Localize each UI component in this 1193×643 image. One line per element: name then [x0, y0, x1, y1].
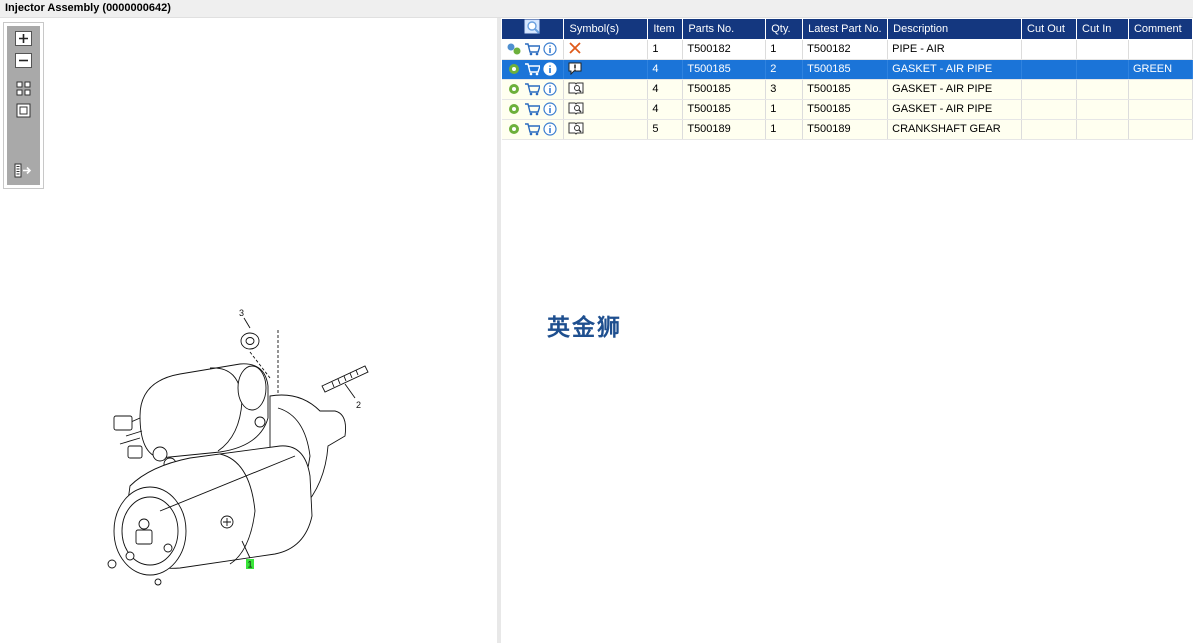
cell-description: GASKET - AIR PIPE — [887, 99, 1023, 120]
cell-latest-part-no: T500185 — [802, 79, 889, 100]
fit-window-button[interactable] — [14, 102, 33, 119]
info-icon[interactable] — [542, 82, 558, 96]
zoom-out-button[interactable] — [14, 52, 33, 69]
column-cut-out[interactable]: Cut Out — [1021, 19, 1078, 40]
cell-cut-in — [1076, 39, 1129, 60]
cell-qty: 1 — [765, 119, 804, 140]
column-cut-in[interactable]: Cut In — [1076, 19, 1129, 40]
add-to-cart-icon[interactable] — [524, 82, 540, 96]
column-description[interactable]: Description — [887, 19, 1023, 40]
callout-3[interactable]: 3 — [239, 308, 244, 318]
cell-description: PIPE - AIR — [887, 39, 1023, 60]
parts-list-panel: Symbol(s) Item Parts No. Qty. Latest Par… — [501, 18, 1193, 643]
export-icon — [14, 163, 32, 178]
column-actions[interactable] — [502, 19, 565, 40]
table-row[interactable]: 5 T500189 1 T500189 CRANKSHAFT GEAR — [502, 119, 1193, 140]
cell-qty: 1 — [765, 99, 804, 120]
cell-item: 4 — [647, 79, 684, 100]
cell-comment — [1128, 99, 1193, 120]
table-header: Symbol(s) Item Parts No. Qty. Latest Par… — [502, 19, 1193, 40]
cell-qty: 3 — [765, 79, 804, 100]
cell-item: 4 — [647, 59, 684, 80]
info-icon[interactable] — [542, 102, 558, 116]
cell-part-no: T500182 — [682, 39, 767, 60]
add-to-cart-icon[interactable] — [524, 102, 540, 116]
info-icon[interactable] — [542, 62, 558, 76]
cell-comment — [1128, 39, 1193, 60]
starter-motor-diagram[interactable]: 3 2 1 — [100, 286, 380, 586]
related-parts-icon[interactable] — [506, 102, 522, 116]
book-search-icon — [568, 82, 584, 98]
table-row[interactable]: 4 T500185 3 T500185 GASKET - AIR PIPE — [502, 79, 1193, 100]
callout-1[interactable]: 1 — [246, 559, 254, 570]
book-search-icon — [568, 122, 584, 138]
cell-cut-out — [1021, 59, 1078, 80]
callout-1-label: 1 — [248, 560, 253, 570]
column-item[interactable]: Item — [647, 19, 684, 40]
cell-cut-out — [1021, 39, 1078, 60]
cell-description: GASKET - AIR PIPE — [887, 59, 1023, 80]
related-parts-icon[interactable] — [506, 82, 522, 96]
table-row[interactable]: 4 T500185 1 T500185 GASKET - AIR PIPE — [502, 99, 1193, 120]
fit-all-button[interactable] — [14, 80, 33, 97]
cross-icon — [568, 41, 582, 57]
zoom-in-icon — [15, 31, 32, 46]
fit-all-icon — [16, 81, 31, 96]
search-parts-icon — [524, 19, 540, 34]
cell-comment: GREEN — [1128, 59, 1193, 80]
related-parts-icon[interactable] — [506, 42, 522, 56]
cell-description: CRANKSHAFT GEAR — [887, 119, 1023, 140]
cell-latest-part-no: T500185 — [802, 59, 889, 80]
title-bar: Injector Assembly (0000000642) — [0, 0, 1193, 18]
zoom-in-button[interactable] — [14, 30, 33, 47]
cell-part-no: T500185 — [682, 59, 767, 80]
cell-description: GASKET - AIR PIPE — [887, 79, 1023, 100]
cell-cut-in — [1076, 99, 1129, 120]
cell-part-no: T500189 — [682, 119, 767, 140]
cell-part-no: T500185 — [682, 99, 767, 120]
column-latest-part-no[interactable]: Latest Part No. — [802, 19, 889, 40]
cell-latest-part-no: T500189 — [802, 119, 889, 140]
cell-cut-in — [1076, 119, 1129, 140]
column-comment[interactable]: Comment — [1128, 19, 1193, 40]
cell-item: 4 — [647, 99, 684, 120]
viewer-toolbar — [3, 22, 44, 189]
fit-window-icon — [16, 103, 31, 118]
cell-cut-out — [1021, 119, 1078, 140]
table-row-selected[interactable]: 4 T500185 2 T500185 GASKET - AIR PIPE GR… — [502, 59, 1193, 80]
parts-table: Symbol(s) Item Parts No. Qty. Latest Par… — [502, 19, 1193, 140]
related-parts-icon[interactable] — [506, 122, 522, 136]
diagram-viewer[interactable]: 3 2 1 — [0, 18, 497, 643]
column-symbols[interactable]: Symbol(s) — [563, 19, 649, 40]
column-parts-no[interactable]: Parts No. — [682, 19, 767, 40]
cell-item: 1 — [647, 39, 684, 60]
cell-item: 5 — [647, 119, 684, 140]
cell-qty: 2 — [765, 59, 804, 80]
cell-part-no: T500185 — [682, 79, 767, 100]
export-button[interactable] — [14, 162, 33, 179]
callout-2[interactable]: 2 — [356, 400, 361, 410]
add-to-cart-icon[interactable] — [524, 62, 540, 76]
cell-latest-part-no: T500182 — [802, 39, 889, 60]
cell-latest-part-no: T500185 — [802, 99, 889, 120]
cell-qty: 1 — [765, 39, 804, 60]
cell-cut-out — [1021, 79, 1078, 100]
window-title: Injector Assembly (0000000642) — [5, 2, 171, 14]
cell-comment — [1128, 119, 1193, 140]
cell-comment — [1128, 79, 1193, 100]
watermark-logo: 英金狮 — [547, 315, 622, 341]
cell-cut-in — [1076, 59, 1129, 80]
column-qty[interactable]: Qty. — [765, 19, 804, 40]
info-icon[interactable] — [542, 122, 558, 136]
related-parts-icon[interactable] — [506, 62, 522, 76]
info-bubble-icon — [568, 62, 582, 78]
cell-cut-in — [1076, 79, 1129, 100]
zoom-out-icon — [15, 53, 32, 68]
info-icon[interactable] — [542, 42, 558, 56]
table-row[interactable]: 1 T500182 1 T500182 PIPE - AIR — [502, 39, 1193, 60]
book-search-icon — [568, 102, 584, 118]
add-to-cart-icon[interactable] — [524, 122, 540, 136]
cell-cut-out — [1021, 99, 1078, 120]
add-to-cart-icon[interactable] — [524, 42, 540, 56]
